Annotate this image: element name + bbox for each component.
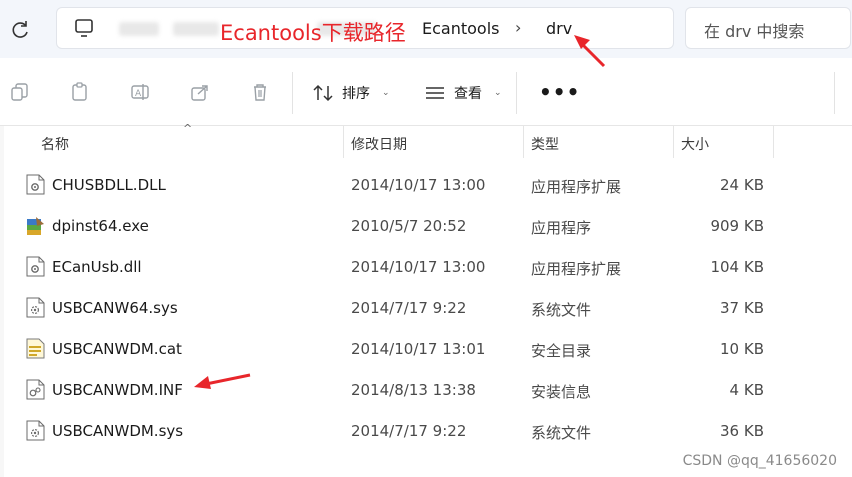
- installer-exe-icon: [27, 217, 44, 235]
- view-list-icon: [426, 87, 444, 99]
- blurred-path-segment: [173, 22, 219, 36]
- file-size: 104 KB: [710, 258, 764, 276]
- file-size: 909 KB: [710, 217, 764, 235]
- breadcrumb-ecantools[interactable]: Ecantools: [422, 19, 499, 38]
- rename-icon[interactable]: A: [130, 82, 150, 102]
- file-type: 应用程序扩展: [531, 260, 622, 278]
- file-row[interactable]: USBCANWDM.sys 2014/7/17 9:22 系统文件 36 KB: [0, 410, 852, 451]
- file-type: 应用程序: [531, 219, 592, 237]
- watermark: CSDN @qq_41656020: [682, 453, 837, 469]
- file-name: CHUSBDLL.DLL: [52, 176, 166, 194]
- file-type: 安全目录: [531, 342, 592, 360]
- file-size: 24 KB: [720, 176, 764, 194]
- security-catalog-icon: [26, 338, 45, 359]
- file-modified: 2014/7/17 9:22: [351, 299, 467, 317]
- file-modified: 2014/10/17 13:00: [351, 176, 486, 194]
- file-name: USBCANWDM.INF: [52, 381, 183, 399]
- file-type: 系统文件: [531, 424, 592, 442]
- column-divider[interactable]: [773, 126, 774, 158]
- sort-button[interactable]: 排序 ⌄: [312, 80, 390, 106]
- address-bar[interactable]: Ecantools下载路径 Ecantools › drv: [56, 7, 674, 49]
- more-options-button[interactable]: •••: [539, 80, 580, 104]
- chevron-down-icon: ⌄: [382, 88, 390, 98]
- file-row[interactable]: USBCANWDM.INF 2014/8/13 13:38 安装信息 4 KB: [0, 369, 852, 410]
- paste-icon[interactable]: [70, 82, 90, 102]
- file-name: USBCANW64.sys: [52, 299, 178, 317]
- file-size: 10 KB: [720, 340, 764, 358]
- file-row[interactable]: ECanUsb.dll 2014/10/17 13:00 应用程序扩展 104 …: [0, 246, 852, 287]
- file-size: 37 KB: [720, 299, 764, 317]
- file-name: dpinst64.exe: [52, 217, 149, 235]
- toolbar-divider: [834, 72, 835, 114]
- delete-icon[interactable]: [250, 82, 270, 102]
- refresh-icon[interactable]: [8, 18, 32, 42]
- file-type: 安装信息: [531, 383, 592, 401]
- file-row[interactable]: dpinst64.exe 2010/5/7 20:52 应用程序 909 KB: [0, 205, 852, 246]
- file-explorer-window: Ecantools下载路径 Ecantools › drv 在 drv 中搜索 …: [0, 0, 852, 477]
- download-path-annotation: Ecantools下载路径: [220, 21, 406, 45]
- file-modified: 2010/5/7 20:52: [351, 217, 467, 235]
- column-header-name[interactable]: 名称: [34, 126, 343, 158]
- command-bar: A 排序 ⌄ 查看 ⌄ •••: [0, 58, 852, 126]
- blurred-path-segment: [119, 22, 159, 36]
- sort-icon: [313, 84, 333, 102]
- toolbar-divider: [292, 72, 293, 114]
- file-modified: 2014/7/17 9:22: [351, 422, 467, 440]
- column-header-size[interactable]: 大小: [674, 126, 773, 158]
- breadcrumb-separator[interactable]: ›: [515, 18, 521, 37]
- file-size: 4 KB: [729, 381, 764, 399]
- file-row[interactable]: USBCANWDM.cat 2014/10/17 13:01 安全目录 10 K…: [0, 328, 852, 369]
- file-name: USBCANWDM.sys: [52, 422, 184, 440]
- breadcrumb-drv[interactable]: drv: [546, 19, 572, 38]
- this-pc-icon[interactable]: [73, 17, 95, 39]
- toolbar-divider: [516, 72, 517, 114]
- search-input[interactable]: 在 drv 中搜索: [685, 7, 851, 49]
- file-name: USBCANWDM.cat: [52, 340, 182, 358]
- file-modified: 2014/10/17 13:01: [351, 340, 486, 358]
- svg-text:A: A: [135, 89, 142, 99]
- column-header-modified[interactable]: 修改日期: [344, 126, 523, 158]
- copy-icon[interactable]: [10, 82, 30, 102]
- file-name: ECanUsb.dll: [52, 258, 142, 276]
- view-label: 查看: [454, 86, 482, 102]
- dll-file-icon: [26, 174, 45, 195]
- file-row[interactable]: USBCANW64.sys 2014/7/17 9:22 系统文件 37 KB: [0, 287, 852, 328]
- file-modified: 2014/8/13 13:38: [351, 381, 476, 399]
- file-type: 系统文件: [531, 301, 592, 319]
- view-button[interactable]: 查看 ⌄: [424, 80, 502, 106]
- chevron-down-icon: ⌄: [494, 88, 502, 98]
- inf-file-icon: [26, 379, 45, 400]
- sys-file-icon: [26, 420, 45, 441]
- sys-file-icon: [26, 297, 45, 318]
- share-icon[interactable]: [190, 82, 210, 102]
- file-type: 应用程序扩展: [531, 178, 622, 196]
- column-header-type[interactable]: 类型: [524, 126, 673, 158]
- sort-label: 排序: [342, 86, 370, 102]
- dll-file-icon: [26, 256, 45, 277]
- file-row[interactable]: CHUSBDLL.DLL 2014/10/17 13:00 应用程序扩展 24 …: [0, 164, 852, 205]
- file-modified: 2014/10/17 13:00: [351, 258, 486, 276]
- file-size: 36 KB: [720, 422, 764, 440]
- address-row: Ecantools下载路径 Ecantools › drv 在 drv 中搜索: [0, 0, 852, 58]
- column-header-row: ^ 名称 修改日期 类型 大小: [0, 122, 852, 158]
